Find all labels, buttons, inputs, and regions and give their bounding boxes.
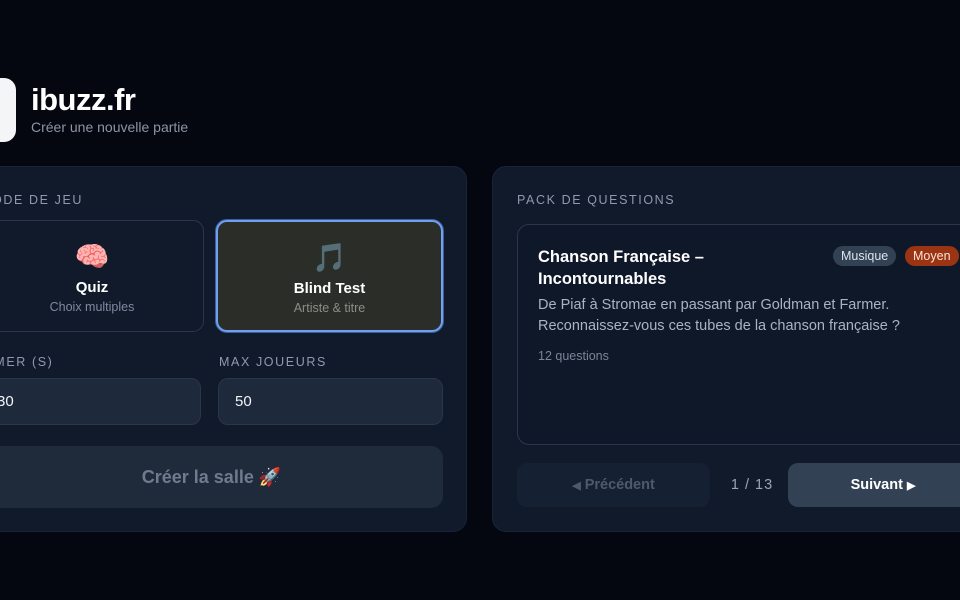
create-game-page: ibuzz.fr Créer une nouvelle partie MODE … <box>0 0 960 600</box>
music-note-icon: 🎵 <box>312 242 347 273</box>
app-logo <box>0 78 16 142</box>
mode-card-quiz[interactable]: 🧠 Quiz Choix multiples <box>0 220 204 332</box>
next-label: Suivant <box>850 477 903 493</box>
game-mode-label: MODE DE JEU <box>0 193 84 207</box>
mode-subtitle: Choix multiples <box>49 300 135 314</box>
mode-subtitle: Artiste & titre <box>293 301 366 315</box>
pack-title: Chanson Française – Incontournables <box>538 248 704 288</box>
previous-label: Précédent <box>584 477 655 493</box>
mode-title: Blind Test <box>293 280 366 297</box>
mode-card-blind-test[interactable]: 🎵 Blind Test Artiste & titre <box>216 220 443 332</box>
next-pack-button[interactable]: Suivant ▶ <box>788 463 960 507</box>
mode-title: Quiz <box>75 279 109 296</box>
category-badge: Musique <box>833 246 897 266</box>
app-title: ibuzz.fr <box>31 82 136 117</box>
max-players-input[interactable]: 50 <box>218 378 443 425</box>
arrow-right-icon: ▶ <box>906 480 916 492</box>
difficulty-badge: Moyen <box>905 246 959 266</box>
question-pack-label: PACK DE QUESTIONS <box>517 193 676 207</box>
timer-input[interactable]: 30 <box>0 378 201 425</box>
create-room-button[interactable]: Créer la salle 🚀 <box>0 446 443 508</box>
pack-description: De Piaf à Stromae en passant par Goldman… <box>538 297 900 334</box>
page-indicator: 1 / 13 <box>730 477 774 493</box>
timer-label: TIMER (S) <box>0 355 54 369</box>
question-count: 12 questions <box>538 349 609 363</box>
arrow-left-icon: ◀ <box>572 480 581 492</box>
page-subtitle: Créer une nouvelle partie <box>31 119 189 135</box>
previous-pack-button[interactable]: ◀ Précédent <box>517 463 710 507</box>
brain-icon: 🧠 <box>74 241 110 272</box>
max-players-label: MAX JOUEURS <box>219 355 327 369</box>
